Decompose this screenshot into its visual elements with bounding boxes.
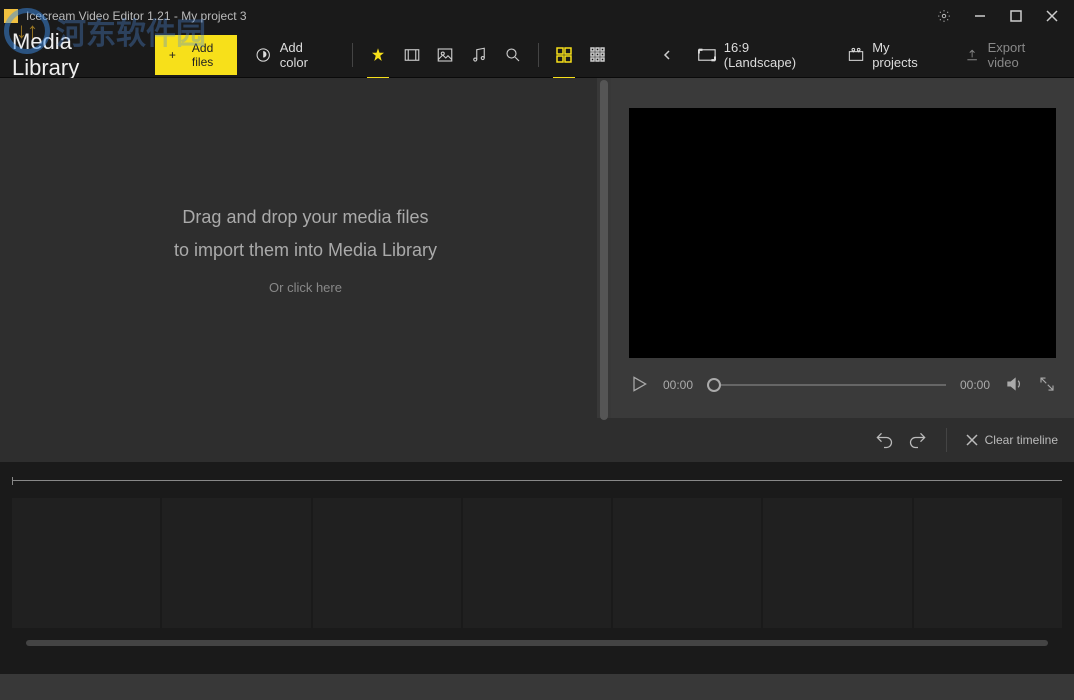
export-video-label: Export video — [988, 40, 1052, 70]
library-click-here[interactable]: Or click here — [269, 280, 342, 295]
play-button[interactable] — [629, 374, 649, 397]
track-slot[interactable] — [613, 498, 761, 628]
filter-image-icon[interactable] — [432, 41, 458, 69]
aspect-ratio-label: 16:9 (Landscape) — [724, 40, 814, 70]
timeline-ruler[interactable] — [12, 480, 1062, 492]
statusbar — [0, 674, 1074, 700]
toolbar: Media Library + Add files Add color 16:9… — [0, 32, 1074, 78]
app-icon — [4, 9, 18, 23]
preview-seek-slider[interactable] — [707, 384, 946, 386]
timeline-scrollbar[interactable] — [12, 638, 1062, 648]
my-projects-button[interactable]: My projects — [838, 34, 941, 76]
filter-all-icon[interactable] — [365, 41, 391, 69]
add-files-button[interactable]: + Add files — [155, 35, 237, 75]
plus-icon: + — [169, 48, 176, 62]
main-area: Drag and drop your media files to import… — [0, 78, 1074, 418]
view-small-icon[interactable] — [585, 41, 611, 69]
titlebar: Icecream Video Editor 1.21 - My project … — [0, 0, 1074, 32]
preview-video[interactable] — [629, 108, 1056, 358]
divider — [352, 43, 353, 67]
track-slot[interactable] — [313, 498, 461, 628]
filter-audio-icon[interactable] — [466, 41, 492, 69]
track-slot[interactable] — [763, 498, 911, 628]
undo-button[interactable] — [874, 430, 894, 450]
time-total: 00:00 — [960, 378, 990, 392]
aspect-ratio-button[interactable]: 16:9 (Landscape) — [688, 34, 824, 76]
close-button[interactable] — [1034, 0, 1070, 32]
media-library-panel[interactable]: Drag and drop your media files to import… — [0, 78, 611, 418]
fullscreen-icon[interactable] — [1038, 375, 1056, 396]
preview-panel: 00:00 00:00 — [611, 78, 1074, 418]
view-large-icon[interactable] — [551, 41, 577, 69]
divider — [538, 43, 539, 67]
timeline-panel — [0, 462, 1074, 672]
collapse-icon[interactable] — [654, 41, 680, 69]
timeline-toolbar: Clear timeline — [0, 418, 1074, 462]
window-title: Icecream Video Editor 1.21 - My project … — [26, 9, 926, 23]
export-video-button[interactable]: Export video — [955, 34, 1062, 76]
library-hint-line1: Drag and drop your media files — [174, 201, 437, 233]
clear-timeline-label: Clear timeline — [985, 433, 1058, 447]
library-scrollbar[interactable] — [597, 78, 611, 418]
library-hint-line2: to import them into Media Library — [174, 234, 437, 266]
add-files-label: Add files — [182, 41, 223, 69]
add-color-button[interactable]: Add color — [245, 34, 340, 76]
track-slot[interactable] — [914, 498, 1062, 628]
track-slot[interactable] — [162, 498, 310, 628]
filter-video-icon[interactable] — [399, 41, 425, 69]
timeline-tracks[interactable] — [12, 498, 1062, 628]
time-current: 00:00 — [663, 378, 693, 392]
volume-icon[interactable] — [1004, 374, 1024, 397]
preview-controls: 00:00 00:00 — [629, 370, 1056, 400]
library-hint: Drag and drop your media files to import… — [174, 201, 437, 266]
my-projects-label: My projects — [872, 40, 931, 70]
minimize-button[interactable] — [962, 0, 998, 32]
settings-icon[interactable] — [926, 0, 962, 32]
track-slot[interactable] — [463, 498, 611, 628]
media-library-label: Media Library — [12, 29, 135, 81]
track-slot[interactable] — [12, 498, 160, 628]
search-icon[interactable] — [500, 41, 526, 69]
maximize-button[interactable] — [998, 0, 1034, 32]
add-color-label: Add color — [280, 40, 330, 70]
divider — [946, 428, 947, 452]
redo-button[interactable] — [908, 430, 928, 450]
clear-timeline-button[interactable]: Clear timeline — [965, 433, 1058, 447]
